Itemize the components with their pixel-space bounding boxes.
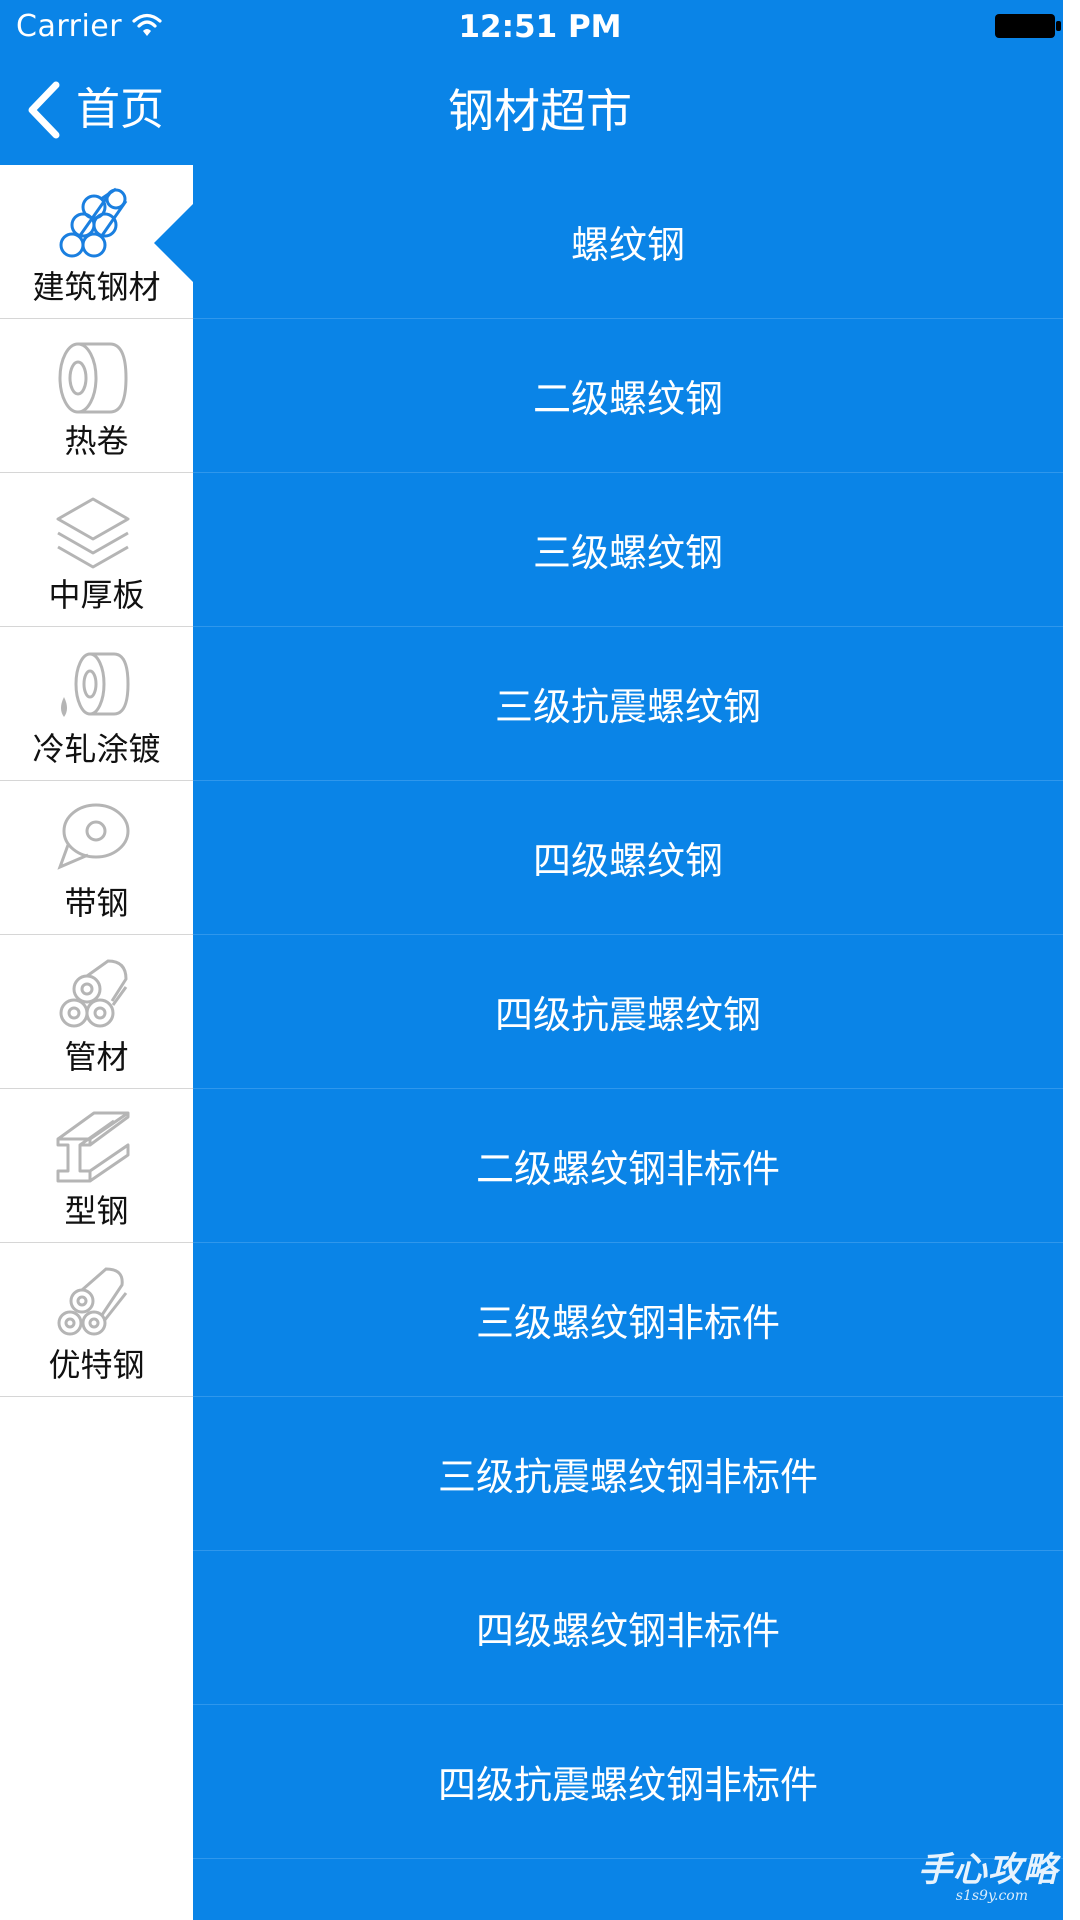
watermark-subtext: s1s9y.com [955, 1888, 1028, 1904]
sidebar-item-label: 优特钢 [48, 1346, 145, 1384]
category-sidebar: 建筑钢材 热卷 中厚板 冷轧涂镀 带钢 管材 型钢 优特钢 [0, 165, 194, 1920]
sidebar-item-pipes[interactable]: 管材 [0, 935, 193, 1089]
list-item[interactable]: 三级螺纹钢非标件 [193, 1243, 1063, 1397]
sidebar-item-section-steel[interactable]: 型钢 [0, 1089, 193, 1243]
stacked-plates-icon [56, 497, 130, 569]
status-bar: Carrier 12:51 PM [0, 0, 1080, 55]
right-edge-strip [1063, 0, 1080, 1920]
i-beam-icon [56, 1111, 130, 1183]
active-indicator [154, 203, 194, 283]
screen: Carrier 12:51 PM 首页 钢材超市 建筑钢材 热卷 中厚板 冷轧涂… [0, 0, 1080, 1920]
special-steel-bars-icon [57, 1267, 128, 1336]
battery-icon [995, 14, 1061, 38]
list-item[interactable]: 三级螺纹钢 [193, 473, 1063, 627]
sidebar-item-medium-plate[interactable]: 中厚板 [0, 473, 193, 627]
sidebar-item-label: 带钢 [64, 884, 129, 922]
list-item[interactable]: 三级抗震螺纹钢非标件 [193, 1397, 1063, 1551]
sidebar-item-label: 热卷 [64, 422, 129, 460]
sidebar-item-label: 型钢 [64, 1192, 129, 1230]
list-item[interactable]: 四级螺纹钢 [193, 781, 1063, 935]
site-watermark: 手心攻略 s1s9y.com [898, 1850, 1058, 1906]
sidebar-item-construction-steel[interactable]: 建筑钢材 [0, 165, 194, 319]
sidebar-item-strip-steel[interactable]: 带钢 [0, 781, 193, 935]
sidebar-item-label: 中厚板 [48, 576, 145, 614]
list-item[interactable]: 四级抗震螺纹钢 [193, 935, 1063, 1089]
pipe-bundle-icon [59, 959, 128, 1028]
list-item[interactable]: 二级螺纹钢非标件 [193, 1089, 1063, 1243]
navigation-bar: 首页 钢材超市 [0, 55, 1080, 165]
strip-coil-icon [57, 803, 130, 870]
cold-roll-coil-icon [61, 652, 130, 717]
list-item[interactable]: 四级抗震螺纹钢非标件 [193, 1705, 1063, 1859]
sidebar-item-cold-rolled-coated[interactable]: 冷轧涂镀 [0, 627, 193, 781]
hot-coil-icon [58, 342, 128, 414]
rebar-bundle-icon [59, 187, 128, 258]
sidebar-item-hot-coil[interactable]: 热卷 [0, 319, 193, 473]
watermark-text: 手心攻略 [918, 1850, 1058, 1890]
list-item[interactable]: 螺纹钢 [193, 165, 1063, 319]
sidebar-item-label: 管材 [64, 1038, 129, 1076]
product-list: 螺纹钢 二级螺纹钢 三级螺纹钢 三级抗震螺纹钢 四级螺纹钢 四级抗震螺纹钢 二级… [193, 165, 1063, 1920]
sidebar-item-special-steel[interactable]: 优特钢 [0, 1243, 193, 1397]
list-item[interactable]: 四级螺纹钢非标件 [193, 1551, 1063, 1705]
sidebar-item-label: 冷轧涂镀 [32, 730, 161, 768]
list-item[interactable]: 二级螺纹钢 [193, 319, 1063, 473]
page-title: 钢材超市 [448, 84, 632, 138]
list-item[interactable]: 三级抗震螺纹钢 [193, 627, 1063, 781]
status-time: 12:51 PM [458, 9, 622, 45]
